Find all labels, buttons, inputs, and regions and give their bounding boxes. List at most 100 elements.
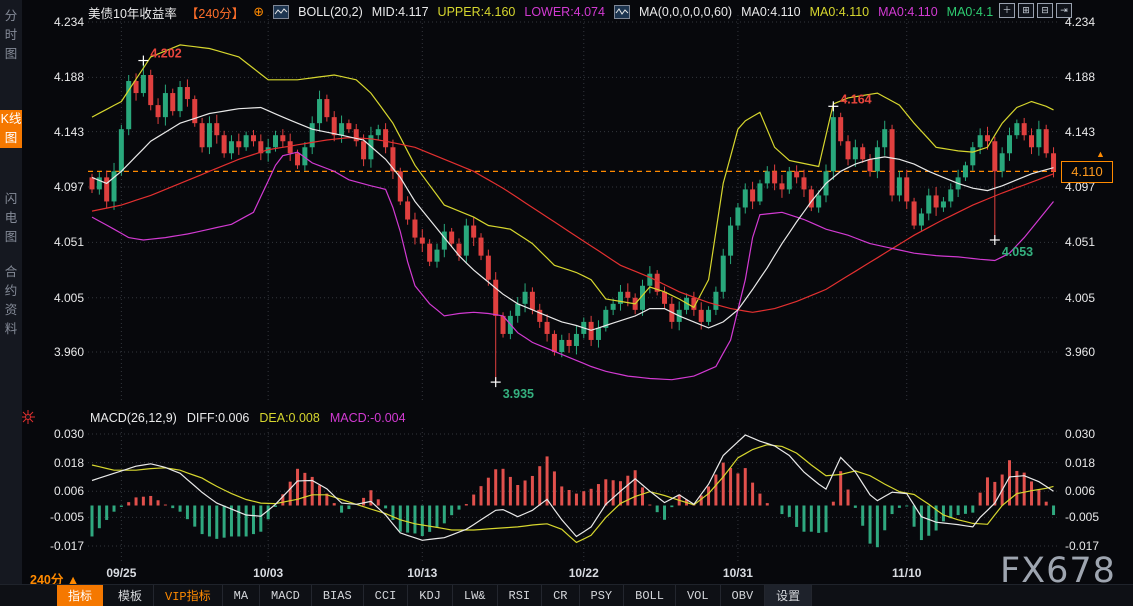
toolbar-item-boll[interactable]: BOLL <box>624 585 676 606</box>
sidebar-item-flash-chart[interactable]: 闪电图 <box>0 190 22 247</box>
toolbar-item-indicator[interactable]: 指标 <box>57 585 103 606</box>
candle-body <box>493 280 498 316</box>
price-axis-right-5: 4.005 <box>1065 291 1095 305</box>
toolbar-item-template[interactable]: 模板 <box>107 585 154 606</box>
candle-body <box>941 201 946 207</box>
candle-body <box>545 322 550 334</box>
axis-pan-icon[interactable]: ⊟ <box>1037 3 1053 18</box>
toolbar-item-macd[interactable]: MACD <box>260 585 312 606</box>
candle-body <box>772 171 777 183</box>
candle-body <box>721 256 726 292</box>
macd-axis-left-3: -0.005 <box>32 510 84 524</box>
boll-indicator-icon[interactable] <box>273 5 289 19</box>
add-indicator-icon[interactable]: ⊕ <box>253 4 264 20</box>
price-axis-right-2: 4.143 <box>1065 125 1095 139</box>
candle-body <box>875 147 880 171</box>
candle-body <box>757 183 762 201</box>
price-axis-left-3: 4.097 <box>32 180 84 194</box>
toolbar-item-obv[interactable]: OBV <box>721 585 766 606</box>
candle-body <box>185 87 190 99</box>
toolbar-item-cci[interactable]: CCI <box>364 585 409 606</box>
candle-body <box>163 93 168 117</box>
candle-body <box>934 195 939 207</box>
candlestick-chart-canvas[interactable]: 4.2024.1643.9354.053 <box>0 0 1133 606</box>
toolbar-item-settings[interactable]: 设置 <box>765 585 812 606</box>
axis-scale-icon[interactable]: ⊞ <box>1018 3 1034 18</box>
candle-body <box>1022 123 1027 135</box>
candle-body <box>251 135 256 141</box>
candle-body <box>948 189 953 201</box>
ma-indicator-icon[interactable] <box>614 5 630 19</box>
candle-body <box>200 123 205 147</box>
candle-body <box>1044 129 1049 153</box>
candle-body <box>868 159 873 171</box>
candle-body <box>420 238 425 244</box>
candle-body <box>515 304 520 316</box>
toolbar-item-bias[interactable]: BIAS <box>312 585 364 606</box>
candle-body <box>222 135 227 153</box>
candle-body <box>699 310 704 322</box>
candle-body <box>831 117 836 171</box>
candle-body <box>1014 123 1019 135</box>
last-price-badge: 4.110 <box>1061 161 1113 183</box>
candle-body <box>552 334 557 352</box>
toolbar-item-cr[interactable]: CR <box>542 585 579 606</box>
macd-diff-value: DIFF:0.006 <box>187 411 250 425</box>
boll_mid-line <box>92 108 1054 331</box>
candle-body <box>912 201 917 225</box>
candle-body <box>838 117 843 141</box>
candle-body <box>625 292 630 298</box>
candle-body <box>801 177 806 189</box>
candle-body <box>486 256 491 280</box>
candle-body <box>743 189 748 207</box>
candle-body <box>779 183 784 189</box>
ma-label: MA(0,0,0,0,0,60) <box>639 5 732 19</box>
candle-body <box>530 292 535 310</box>
macd-axis-left-1: 0.018 <box>32 456 84 470</box>
candle-body <box>471 226 476 238</box>
macd-diff-line <box>92 435 1054 540</box>
candle-body <box>574 334 579 346</box>
crosshair-tool-icon[interactable]: ＋ <box>999 3 1015 18</box>
candle-body <box>229 141 234 153</box>
candle-body <box>523 292 528 304</box>
sidebar-item-kline-chart[interactable]: K线图 <box>0 110 22 148</box>
price-up-arrow-icon: ▲ <box>1096 149 1105 159</box>
candle-body <box>846 141 851 159</box>
instrument-title: 美债10年收益率 <box>88 3 177 22</box>
date-label-3: 10/22 <box>569 566 599 580</box>
candle-body <box>273 135 278 147</box>
period-tag[interactable]: 【240分】 <box>186 3 244 22</box>
macd-axis-right-1: 0.018 <box>1065 456 1095 470</box>
candle-body <box>346 123 351 129</box>
ma-values: MA0:4.110MA0:4.110MA0:4.110MA0:4.1 <box>741 5 993 19</box>
ma60-line <box>92 138 1054 313</box>
sidebar-item-contract-info[interactable]: 合约资料 <box>0 263 22 339</box>
macd-axis-right-3: -0.005 <box>1065 510 1099 524</box>
sidebar-item-time-chart[interactable]: 分时图 <box>0 7 22 64</box>
collapse-panel-icon[interactable]: ⇥ <box>1056 3 1072 18</box>
toolbar-item-vip-indicator[interactable]: VIP指标 <box>154 585 223 606</box>
candle-body <box>332 117 337 135</box>
candle-body <box>405 201 410 219</box>
toolbar-item-psy[interactable]: PSY <box>580 585 625 606</box>
macd-panel-icon[interactable] <box>21 410 35 424</box>
macd-header: MACD(26,12,9) DIFF:0.006 DEA:0.008 MACD:… <box>90 411 406 425</box>
macd-dea-line <box>92 445 1054 543</box>
candle-body <box>647 274 652 286</box>
candle-body <box>148 75 153 105</box>
macd-axis-left-0: 0.030 <box>32 427 84 441</box>
toolbar-item-ma[interactable]: MA <box>223 585 260 606</box>
macd-macd-value: MACD:-0.004 <box>330 411 406 425</box>
toolbar-item-rsi[interactable]: RSI <box>498 585 543 606</box>
price-axis-right-4: 4.051 <box>1065 235 1095 249</box>
candle-body <box>890 129 895 195</box>
toolbar-item-vol[interactable]: VOL <box>676 585 721 606</box>
toolbar-item-lw[interactable]: LW& <box>453 585 498 606</box>
toolbar-item-kdj[interactable]: KDJ <box>408 585 453 606</box>
candle-body <box>339 123 344 135</box>
price-annotation: 4.202 <box>150 47 181 61</box>
candle-body <box>178 87 183 111</box>
candle-body <box>317 99 322 123</box>
chart-header: 美债10年收益率 【240分】 ⊕ BOLL(20,2) MID:4.117 U… <box>88 4 993 20</box>
